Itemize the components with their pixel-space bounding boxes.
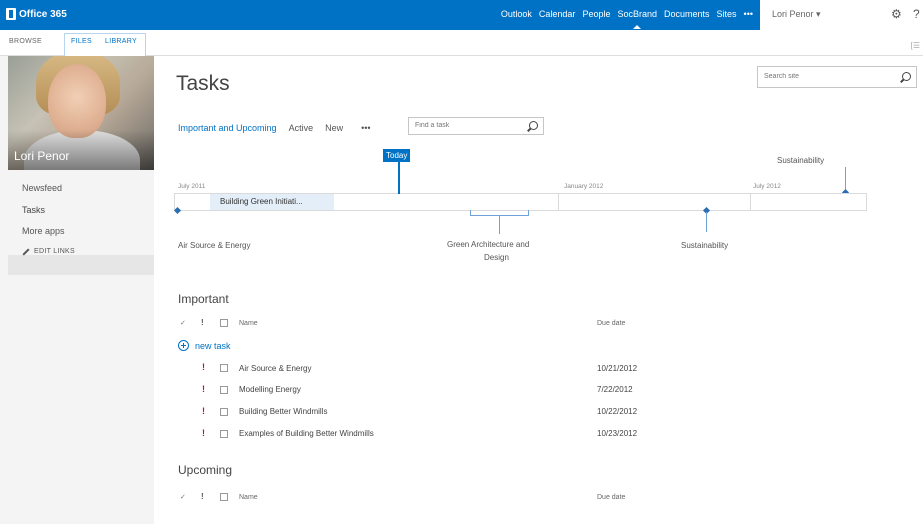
add-icon (178, 340, 189, 351)
task-name[interactable]: Examples of Building Better Windmills (239, 429, 374, 438)
check-header-icon: ✓ (180, 494, 186, 501)
task-due-date: 10/22/2012 (597, 407, 638, 416)
edit-links-button[interactable]: EDIT LINKS (22, 247, 75, 256)
nav-calendar[interactable]: Calendar (539, 9, 576, 19)
view-new[interactable]: New (325, 123, 343, 133)
help-icon[interactable]: ? (913, 7, 920, 21)
nav-socbrand[interactable]: SocBrand (617, 9, 657, 29)
suite-bar: Office 365 Outlook Calendar People SocBr… (0, 0, 923, 30)
select-all-checkbox[interactable] (220, 493, 228, 501)
timeline-label-air-source: Air Source & Energy (178, 241, 251, 250)
timeline-label-green-architecture: Green Architecture and (447, 240, 530, 249)
priority-header-icon: ! (201, 318, 204, 327)
quicklaunch-selected-bg (8, 255, 154, 275)
timeline-month-jul-2011: July 2011 (178, 183, 206, 190)
task-due-date: 7/22/2012 (597, 385, 633, 394)
column-header-due-date[interactable]: Due date (597, 320, 625, 327)
pencil-icon (22, 247, 30, 256)
section-upcoming-title: Upcoming (178, 463, 233, 477)
ribbon-tab-group (64, 33, 146, 57)
row-checkbox[interactable] (220, 364, 228, 372)
task-name[interactable]: Air Source & Energy (239, 364, 311, 373)
timeline-label-design: Design (484, 253, 509, 262)
site-search-input[interactable] (764, 73, 884, 80)
priority-header-icon: ! (201, 492, 204, 501)
left-pane: Lori Penor Newsfeed Tasks More apps EDIT… (0, 56, 154, 524)
suite-nav: Outlook Calendar People SocBrand Documen… (501, 9, 753, 29)
task-due-date: 10/23/2012 (597, 429, 638, 438)
timeline-label-sustainability-bottom: Sustainability (681, 241, 729, 250)
today-marker: Today (383, 149, 411, 162)
view-selector: Important and Upcoming Active New ••• (178, 123, 371, 133)
tab-files[interactable]: FILES (71, 38, 92, 45)
column-header-name[interactable]: Name (239, 494, 258, 501)
view-more-button[interactable]: ••• (361, 123, 370, 133)
select-all-checkbox[interactable] (220, 319, 228, 327)
user-menu[interactable]: Lori Penor ▾ (772, 9, 821, 20)
section-important-title: Important (178, 292, 229, 306)
nav-outlook[interactable]: Outlook (501, 9, 532, 19)
column-header-name[interactable]: Name (239, 320, 258, 327)
priority-icon: ! (202, 406, 205, 416)
quicklaunch-tasks[interactable]: Tasks (22, 205, 45, 215)
tab-library[interactable]: LIBRARY (105, 38, 137, 45)
quicklaunch-newsfeed[interactable]: Newsfeed (22, 183, 62, 193)
task-due-date: 10/21/2012 (597, 364, 638, 373)
task-search-input[interactable] (415, 122, 535, 129)
brand-label: Office 365 (19, 8, 67, 20)
profile-photo[interactable]: Lori Penor (8, 56, 154, 170)
office-logo-icon (6, 8, 16, 20)
row-checkbox[interactable] (220, 386, 228, 394)
profile-name: Lori Penor (14, 149, 70, 163)
page-title: Tasks (176, 72, 230, 95)
task-name[interactable]: Modelling Energy (239, 385, 301, 394)
nav-more-button[interactable]: ••• (744, 9, 753, 19)
priority-icon: ! (202, 362, 205, 372)
new-task-button[interactable]: new task (178, 340, 231, 351)
gear-icon[interactable]: ⚙ (891, 7, 902, 21)
site-search-box[interactable] (757, 66, 917, 88)
timeline-task-bar[interactable]: Building Green Initiati... (210, 194, 334, 210)
today-line (398, 162, 400, 194)
check-header-icon: ✓ (180, 320, 186, 327)
office365-logo[interactable]: Office 365 (6, 8, 67, 20)
row-checkbox[interactable] (220, 408, 228, 416)
nav-documents[interactable]: Documents (664, 9, 710, 19)
task-search-box[interactable] (408, 117, 544, 135)
timeline-month-jul-2012: July 2012 (753, 183, 781, 190)
priority-icon: ! (202, 428, 205, 438)
tab-browse[interactable]: BROWSE (9, 38, 42, 45)
ribbon: BROWSE FILES LIBRARY [☰ (0, 30, 923, 57)
quicklaunch-more-apps[interactable]: More apps (22, 226, 65, 236)
search-icon[interactable] (902, 72, 911, 81)
timeline-label-sustainability-top: Sustainability (777, 156, 825, 165)
nav-sites[interactable]: Sites (717, 9, 737, 19)
view-active[interactable]: Active (289, 123, 314, 133)
focus-content-icon[interactable]: [☰ (911, 41, 920, 50)
timeline-month-jan-2012: January 2012 (564, 183, 604, 190)
task-name[interactable]: Building Better Windmills (239, 407, 327, 416)
row-checkbox[interactable] (220, 430, 228, 438)
nav-people[interactable]: People (582, 9, 610, 19)
priority-icon: ! (202, 384, 205, 394)
column-header-due-date[interactable]: Due date (597, 494, 625, 501)
view-important-upcoming[interactable]: Important and Upcoming (178, 123, 277, 133)
task-search-icon[interactable] (529, 121, 538, 130)
